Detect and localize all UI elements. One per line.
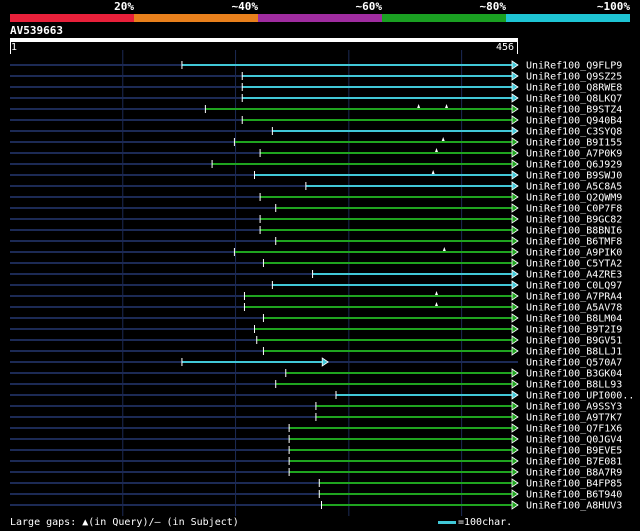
hit-label: UniRef100_A7PRA4 (526, 292, 622, 303)
hit-label: UniRef100_A5C8A5 (526, 182, 622, 193)
alignment-hits-panel: UniRef100_Q9FLP9UniRef100_Q9SZ25UniRef10… (10, 50, 634, 516)
hit-end-arrow (511, 456, 519, 466)
hit-label: UniRef100_B6T940 (526, 490, 622, 501)
hit-end-arrow (511, 82, 519, 92)
hit-end-arrow (511, 478, 519, 488)
hit-end-arrow (511, 390, 519, 400)
hit-label: UniRef100_Q9FLP9 (526, 61, 622, 72)
hit-label: UniRef100_Q7F1X6 (526, 424, 622, 435)
hit-label: UniRef100_A7P0K9 (526, 149, 622, 160)
hit-label: UniRef100_B8LL93 (526, 380, 622, 391)
hit-end-arrow (511, 60, 519, 70)
hit-label: UniRef100_Q8RWE8 (526, 83, 622, 94)
hit-end-arrow (511, 401, 519, 411)
hit-label: UniRef100_B9T2I9 (526, 325, 622, 336)
hit-label: UniRef100_A9PIK0 (526, 248, 622, 259)
hit-label: UniRef100_A5AV78 (526, 303, 622, 314)
hit-end-arrow (511, 104, 519, 114)
hit-end-arrow (511, 346, 519, 356)
hit-label: UniRef100_B4FP85 (526, 479, 622, 490)
hit-end-arrow (511, 93, 519, 103)
hit-end-arrow (511, 247, 519, 257)
hit-end-arrow (511, 258, 519, 268)
hit-end-arrow (511, 379, 519, 389)
hit-label: UniRef100_A8HUV3 (526, 501, 622, 512)
query-gap-marker (434, 148, 438, 152)
hit-end-arrow (511, 126, 519, 136)
query-gap-marker (434, 291, 438, 295)
hit-end-arrow (511, 71, 519, 81)
hit-label: UniRef100_A4ZRE3 (526, 270, 622, 281)
hit-label: UniRef100_B8BNI6 (526, 226, 622, 237)
hit-end-arrow (511, 434, 519, 444)
hit-label: UniRef100_B7E081 (526, 457, 622, 468)
hit-end-arrow (511, 214, 519, 224)
hit-end-arrow (511, 489, 519, 499)
hit-end-arrow (511, 291, 519, 301)
hit-end-arrow (511, 280, 519, 290)
hit-end-arrow (321, 357, 329, 367)
hit-label: UniRef100_C3SYQ8 (526, 127, 622, 138)
hit-label: UniRef100_Q6J929 (526, 160, 622, 171)
hit-label: UniRef100_C5YTA2 (526, 259, 622, 270)
hit-label: UniRef100_B9SWJ0 (526, 171, 622, 182)
hit-end-arrow (511, 500, 519, 510)
scale-legend: =100char. (438, 517, 512, 529)
query-gap-marker (417, 104, 421, 108)
hit-label: UniRef100_Q570A7 (526, 358, 622, 369)
query-gap-marker (442, 247, 446, 251)
hit-label: UniRef100_Q8LKQ7 (526, 94, 622, 105)
hit-end-arrow (511, 302, 519, 312)
hit-end-arrow (511, 192, 519, 202)
hit-label: UniRef100_B9I155 (526, 138, 622, 149)
hit-label: UniRef100_A9SSY3 (526, 402, 622, 413)
hit-label: UniRef100_B9GV51 (526, 336, 622, 347)
query-gap-marker (431, 170, 435, 174)
hit-label: UniRef100_Q0JGV4 (526, 435, 622, 446)
hit-end-arrow (511, 236, 519, 246)
query-gap-marker (434, 302, 438, 306)
hit-label: UniRef100_B9GC82 (526, 215, 622, 226)
large-gaps-legend: Large gaps: ▲(in Query)/– (in Subject) (10, 517, 239, 528)
hit-label: UniRef100_B8A7R9 (526, 468, 622, 479)
hit-label: UniRef100_Q2QWM9 (526, 193, 622, 204)
hit-end-arrow (511, 467, 519, 477)
hit-end-arrow (511, 335, 519, 345)
hit-end-arrow (511, 423, 519, 433)
hit-end-arrow (511, 203, 519, 213)
hit-label: UniRef100_UPI000.. (526, 391, 634, 402)
hit-end-arrow (511, 170, 519, 180)
hit-label: UniRef100_B9STZ4 (526, 105, 622, 116)
hit-end-arrow (511, 368, 519, 378)
hit-end-arrow (511, 115, 519, 125)
hit-label: UniRef100_B3GK04 (526, 369, 622, 380)
hit-label: UniRef100_C0LQ97 (526, 281, 622, 292)
hit-end-arrow (511, 269, 519, 279)
hit-end-arrow (511, 445, 519, 455)
hit-label: UniRef100_B9EVE5 (526, 446, 622, 457)
hit-end-arrow (511, 225, 519, 235)
query-gap-marker (441, 137, 445, 141)
hit-label: UniRef100_B8LLJ1 (526, 347, 622, 358)
hit-label: UniRef100_Q940B4 (526, 116, 622, 127)
hit-end-arrow (511, 313, 519, 323)
hit-label: UniRef100_B8LM04 (526, 314, 622, 325)
hit-end-arrow (511, 148, 519, 158)
query-gap-marker (445, 104, 449, 108)
scale-legend-text: =100char. (458, 517, 513, 528)
hit-label: UniRef100_B6TMF8 (526, 237, 622, 248)
hit-end-arrow (511, 412, 519, 422)
hit-end-arrow (511, 159, 519, 169)
hit-label: UniRef100_A9T7K7 (526, 413, 622, 424)
hit-label: UniRef100_Q9SZ25 (526, 72, 622, 83)
hit-end-arrow (511, 137, 519, 147)
scale-swatch (438, 520, 456, 524)
hit-end-arrow (511, 181, 519, 191)
hit-end-arrow (511, 324, 519, 334)
hit-label: UniRef100_C0P7F8 (526, 204, 622, 215)
